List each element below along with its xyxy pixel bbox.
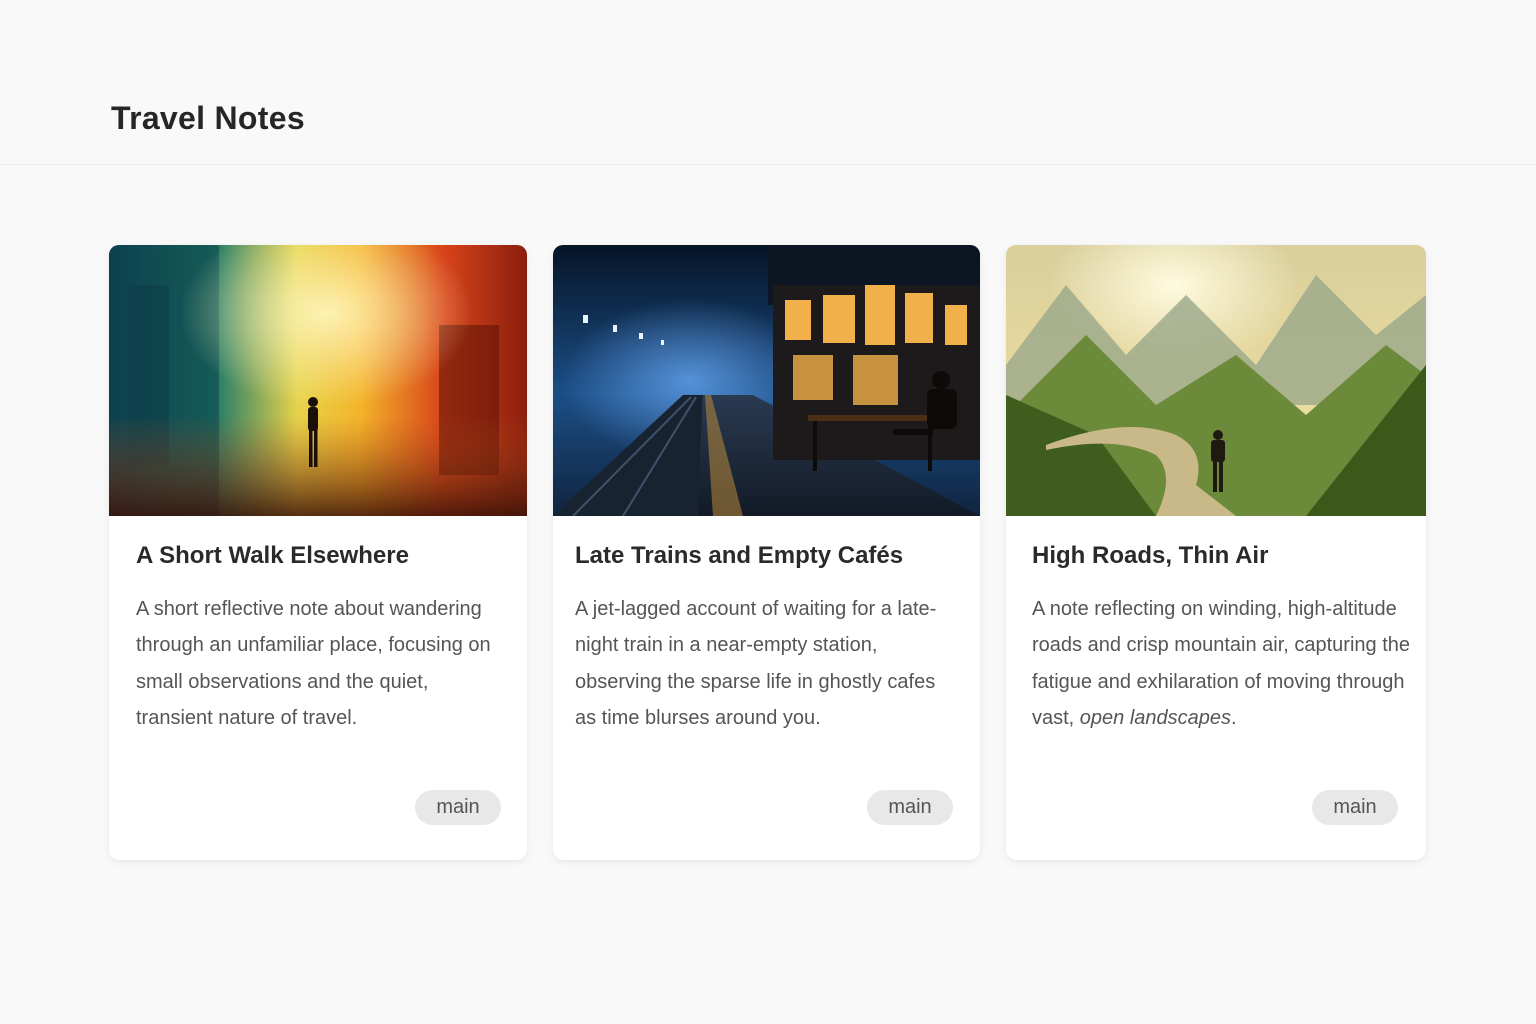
card-image-city-walk[interactable] bbox=[109, 245, 527, 516]
note-card[interactable]: Late Trains and Empty Cafés A jet-lagged… bbox=[553, 245, 980, 860]
card-excerpt: A note reflecting on winding, high-altit… bbox=[1032, 591, 1418, 737]
card-title[interactable]: Late Trains and Empty Cafés bbox=[575, 542, 903, 570]
site-title[interactable]: Travel Notes bbox=[111, 100, 305, 137]
tag-badge[interactable]: main bbox=[1312, 790, 1398, 825]
tag-badge[interactable]: main bbox=[415, 790, 501, 825]
card-excerpt: A jet-lagged account of waiting for a la… bbox=[575, 598, 937, 730]
card-title[interactable]: High Roads, Thin Air bbox=[1032, 542, 1268, 570]
card-excerpt: A short reflective note about wandering … bbox=[136, 598, 491, 730]
card-image-train-station[interactable] bbox=[553, 245, 980, 516]
card-excerpt-emphasis: open landscapes bbox=[1079, 707, 1232, 730]
card-image-mountain-road[interactable] bbox=[1006, 245, 1426, 516]
card-excerpt-end: . bbox=[1231, 707, 1237, 730]
tag-badge[interactable]: main bbox=[867, 790, 953, 825]
note-card[interactable]: High Roads, Thin Air A note reflecting o… bbox=[1006, 245, 1426, 860]
note-card[interactable]: A Short Walk Elsewhere A short reflectiv… bbox=[109, 245, 527, 860]
site-header: Travel Notes bbox=[0, 0, 1536, 165]
card-title[interactable]: A Short Walk Elsewhere bbox=[136, 542, 409, 570]
